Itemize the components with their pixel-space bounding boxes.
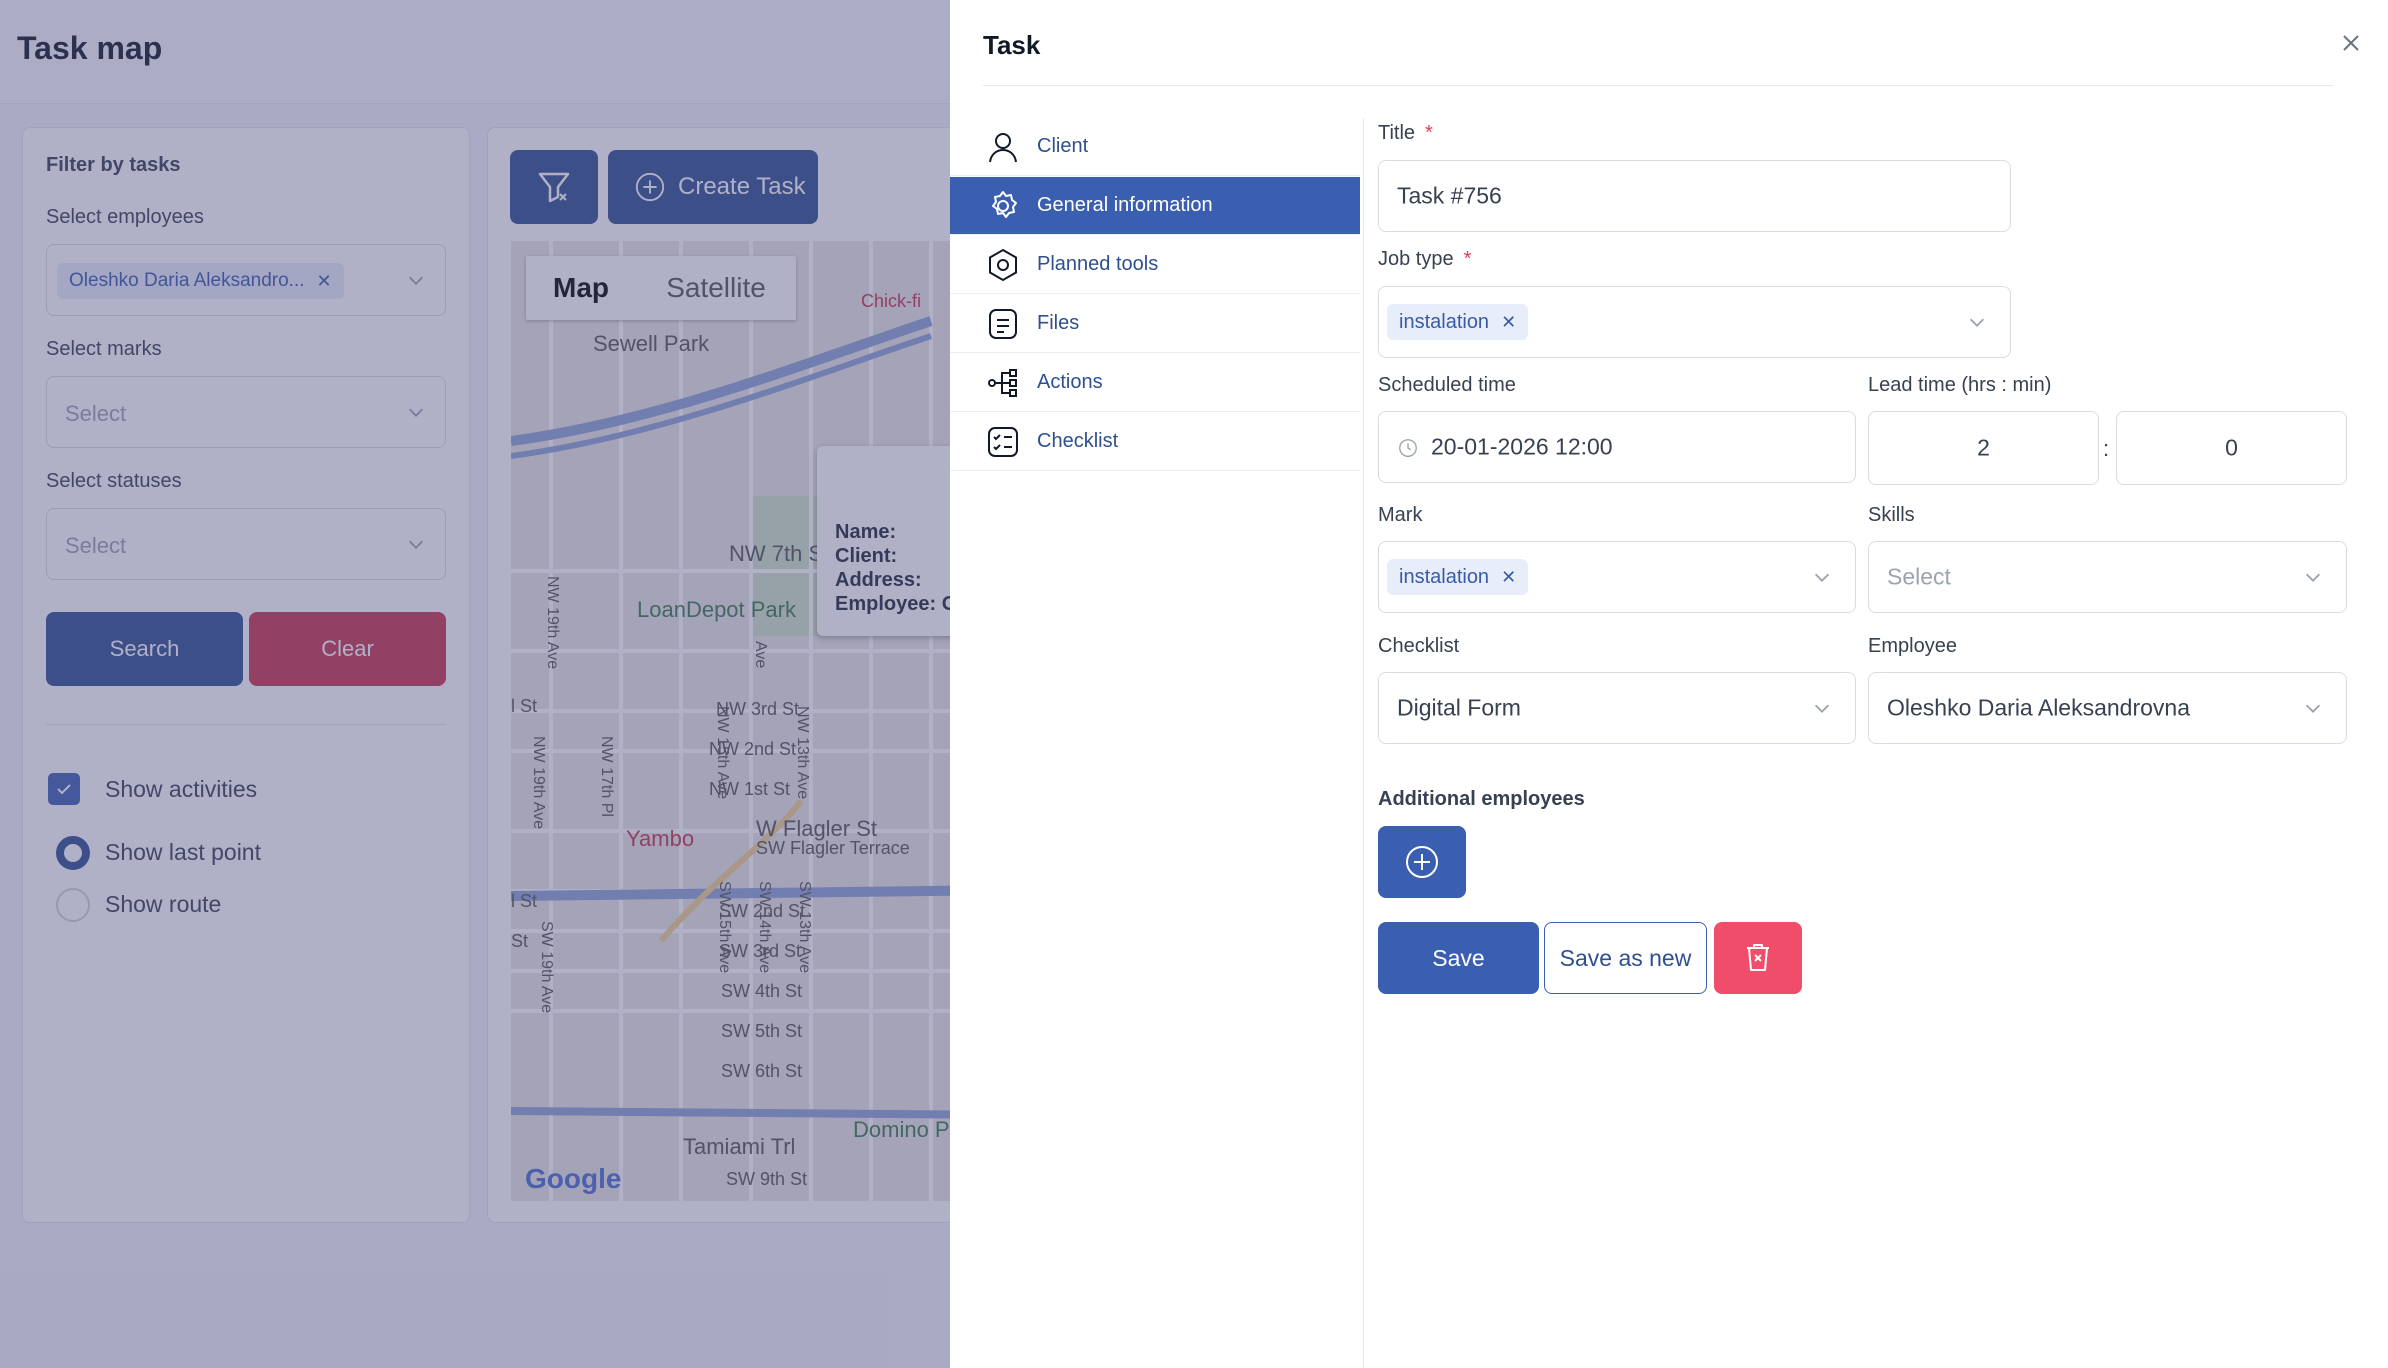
skills-placeholder: Select <box>1887 563 1951 590</box>
additional-employees-label: Additional employees <box>1378 788 1585 810</box>
actions-icon <box>988 368 1017 397</box>
scheduled-time-value: 20-01-2026 12:00 <box>1431 433 1613 460</box>
nav-divider <box>1363 118 1364 1368</box>
gear-icon <box>992 190 1017 218</box>
remove-chip-icon[interactable]: ✕ <box>1501 567 1516 588</box>
lead-minutes-input[interactable]: 0 <box>2116 411 2347 485</box>
lead-time-label: Lead time (hrs : min) <box>1868 374 2052 396</box>
nav-item-label: Files <box>1037 312 1080 334</box>
lead-time-separator: : <box>2103 436 2110 461</box>
chevron-down-icon <box>1969 318 1985 327</box>
add-employee-button[interactable] <box>1378 826 1466 898</box>
skills-select[interactable]: Select <box>1868 541 2347 613</box>
chevron-down-icon <box>1814 573 1830 582</box>
mark-chip: instalation ✕ <box>1387 559 1529 595</box>
plus-circle-icon <box>1406 846 1438 878</box>
nav-item-client[interactable]: Client <box>950 118 1360 176</box>
nav-item-label: Planned tools <box>1037 253 1159 275</box>
drawer-divider <box>983 85 2333 86</box>
job-type-chip: instalation ✕ <box>1387 304 1529 340</box>
chevron-down-icon <box>1814 704 1830 713</box>
scheduled-time-label: Scheduled time <box>1378 374 1516 396</box>
user-icon <box>989 132 1017 162</box>
drawer-title: Task <box>983 30 1041 60</box>
checklist-select[interactable]: Digital Form <box>1378 672 1856 744</box>
remove-chip-icon[interactable]: ✕ <box>1501 312 1516 333</box>
nav-item-label: Client <box>1037 135 1089 157</box>
mark-select[interactable]: instalation ✕ <box>1378 541 1856 613</box>
close-icon[interactable] <box>2336 28 2366 58</box>
delete-button[interactable] <box>1714 922 1802 994</box>
lead-hours-value: 2 <box>1977 434 1990 461</box>
trash-icon <box>1747 944 1769 971</box>
file-icon <box>989 308 1017 339</box>
skills-label: Skills <box>1868 504 1915 526</box>
employee-value: Oleshko Daria Aleksandrovna <box>1887 694 2190 721</box>
save-as-new-button[interactable]: Save as new <box>1544 922 1707 994</box>
nav-item-label: Actions <box>1037 371 1103 393</box>
employee-select[interactable]: Oleshko Daria Aleksandrovna <box>1868 672 2347 744</box>
title-value: Task #756 <box>1397 182 1502 209</box>
task-drawer: Task Client General information Planned … <box>950 0 2388 1368</box>
chevron-down-icon <box>2305 573 2321 582</box>
title-label: Title * <box>1378 122 1433 144</box>
job-type-label: Job type * <box>1378 248 1472 270</box>
nav-item-checklist[interactable]: Checklist <box>950 413 1360 471</box>
modal-overlay[interactable] <box>0 0 950 1368</box>
lead-hours-input[interactable]: 2 <box>1868 411 2099 485</box>
chevron-down-icon <box>2305 704 2321 713</box>
nav-item-label: General information <box>1037 194 1213 216</box>
mark-chip-label: instalation <box>1399 565 1490 588</box>
nav-item-files[interactable]: Files <box>950 295 1360 353</box>
checklist-icon <box>988 426 1018 457</box>
mark-label: Mark <box>1378 504 1423 526</box>
lead-minutes-value: 0 <box>2225 434 2238 461</box>
nav-item-label: Checklist <box>1037 430 1119 452</box>
employee-label: Employee <box>1868 635 1957 657</box>
checklist-label: Checklist <box>1378 635 1460 657</box>
clock-icon <box>1399 439 1417 457</box>
tool-icon <box>989 248 1017 281</box>
job-type-chip-label: instalation <box>1399 310 1490 333</box>
job-type-select[interactable]: instalation ✕ <box>1378 286 2011 358</box>
nav-item-planned-tools[interactable]: Planned tools <box>950 236 1360 294</box>
checklist-value: Digital Form <box>1397 694 1521 721</box>
nav-item-general-information[interactable]: General information <box>950 177 1360 235</box>
nav-item-actions[interactable]: Actions <box>950 354 1360 412</box>
save-button[interactable]: Save <box>1378 922 1539 994</box>
scheduled-time-input[interactable]: 20-01-2026 12:00 <box>1378 411 1856 483</box>
title-input[interactable]: Task #756 <box>1378 160 2011 232</box>
